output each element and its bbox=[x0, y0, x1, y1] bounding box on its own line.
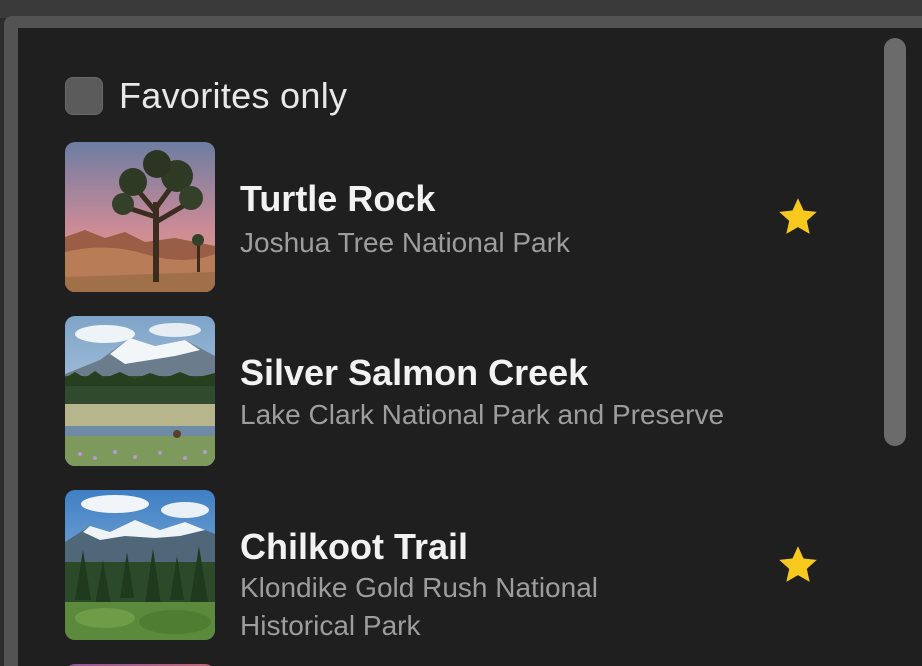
favorites-label: Favorites only bbox=[119, 75, 348, 116]
list-item[interactable]: Turtle Rock Joshua Tree National Park bbox=[65, 142, 845, 292]
park-name: Lake Clark National Park and Preserve bbox=[240, 399, 725, 430]
landmark-thumbnail bbox=[65, 490, 215, 640]
landmark-name: Turtle Rock bbox=[240, 178, 436, 219]
favorites-toggle[interactable]: Favorites only bbox=[65, 74, 347, 118]
list-item[interactable]: Silver Salmon Creek Lake Clark National … bbox=[65, 316, 845, 466]
favorite-star-icon bbox=[779, 546, 817, 582]
favorite-star-icon bbox=[779, 198, 817, 234]
park-name: Klondike Gold Rush National Historical P… bbox=[240, 572, 598, 641]
scrollbar-thumb[interactable] bbox=[884, 38, 906, 446]
landmark-list[interactable]: Favorites only Turtle Rock Joshua Tree N… bbox=[18, 28, 922, 666]
landmark-thumbnail bbox=[65, 142, 215, 292]
park-name: Joshua Tree National Park bbox=[240, 227, 570, 258]
favorites-checkbox[interactable] bbox=[65, 77, 103, 115]
landmark-name: Silver Salmon Creek bbox=[240, 352, 589, 393]
landmark-thumbnail bbox=[65, 316, 215, 466]
landmark-name: Chilkoot Trail bbox=[240, 526, 469, 567]
list-item[interactable]: Chilkoot Trail Klondike Gold Rush Nation… bbox=[65, 490, 845, 641]
